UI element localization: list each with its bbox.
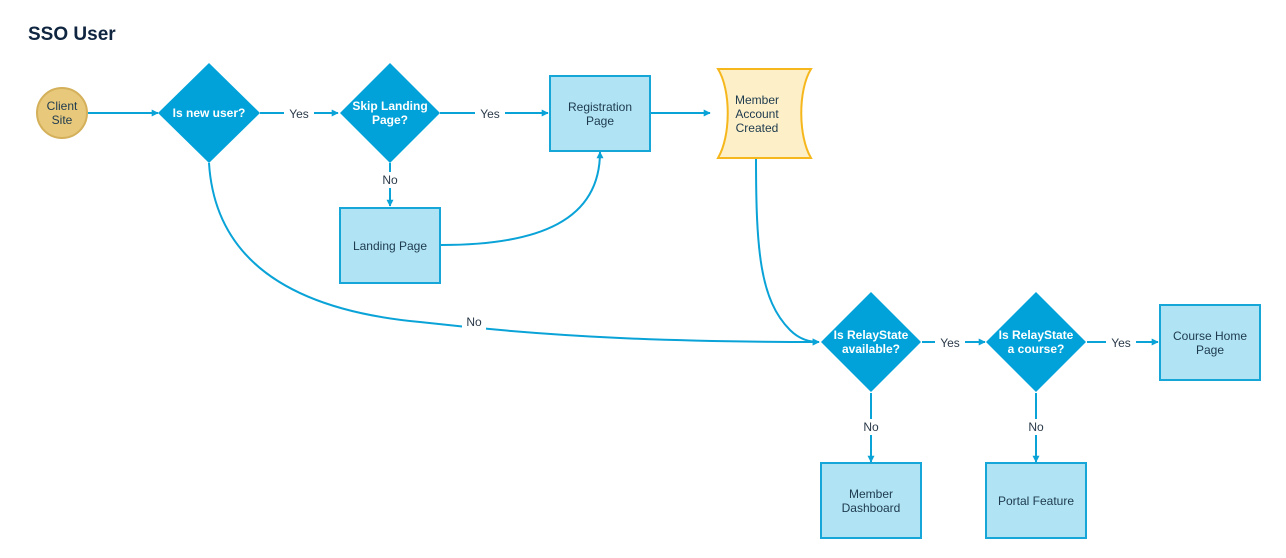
node-registration-page[interactable]: Registration Page <box>549 75 651 152</box>
node-label: Account <box>735 107 779 121</box>
node-label: Page? <box>372 113 408 127</box>
edge-newuser-to-relay[interactable] <box>208 162 820 346</box>
node-label: Client <box>47 99 78 113</box>
node-label: Landing Page <box>353 239 427 253</box>
edge-label-yes-2: Yes <box>480 107 500 121</box>
node-label: Portal Feature <box>998 494 1074 508</box>
node-label: available? <box>842 342 900 356</box>
node-label: Is RelayState <box>999 328 1074 342</box>
node-member-dashboard[interactable]: Member Dashboard <box>820 462 922 539</box>
node-label: Page <box>1196 343 1224 357</box>
edge-label-yes-4: Yes <box>1111 336 1131 350</box>
node-label: Dashboard <box>842 501 901 515</box>
node-label: Registration <box>568 100 632 114</box>
node-relay-available[interactable]: Is RelayState available? <box>821 292 921 392</box>
node-label: Is new user? <box>173 106 246 120</box>
node-label: Course Home <box>1173 329 1247 343</box>
edge-label-no-3: No <box>863 420 879 434</box>
node-course-home-page[interactable]: Course Home Page <box>1159 304 1261 381</box>
node-label: Member <box>735 93 779 107</box>
node-portal-feature[interactable]: Portal Feature <box>985 462 1087 539</box>
node-is-new-user[interactable]: Is new user? <box>158 63 260 163</box>
node-label: Site <box>52 113 73 127</box>
node-landing-page[interactable]: Landing Page <box>339 207 441 284</box>
node-label: Member <box>849 487 893 501</box>
edge-label-no-2: No <box>466 315 482 329</box>
node-skip-landing[interactable]: Skip Landing Page? <box>340 63 440 163</box>
node-label: Is RelayState <box>834 328 909 342</box>
edge-label-yes-1: Yes <box>289 107 309 121</box>
edge-landing-to-registration[interactable] <box>440 151 604 246</box>
edge-label-no-4: No <box>1028 420 1044 434</box>
edges: Yes Yes No No Yes Yes No No <box>88 105 1159 463</box>
node-member-account-created[interactable]: Member Account Created <box>716 68 813 159</box>
node-label: Created <box>736 121 779 135</box>
node-label: a course? <box>1008 342 1065 356</box>
node-label: Skip Landing <box>352 99 427 113</box>
edge-label-yes-3: Yes <box>940 336 960 350</box>
edge-label-no-1: No <box>382 173 398 187</box>
node-label: Page <box>586 114 614 128</box>
edge-member-created-to-relay[interactable] <box>755 157 820 346</box>
node-relay-course[interactable]: Is RelayState a course? <box>986 292 1086 392</box>
flowchart-canvas: Yes Yes No No Yes Yes No No Client Site <box>36 63 1261 539</box>
node-client-site[interactable]: Client Site <box>36 87 88 139</box>
